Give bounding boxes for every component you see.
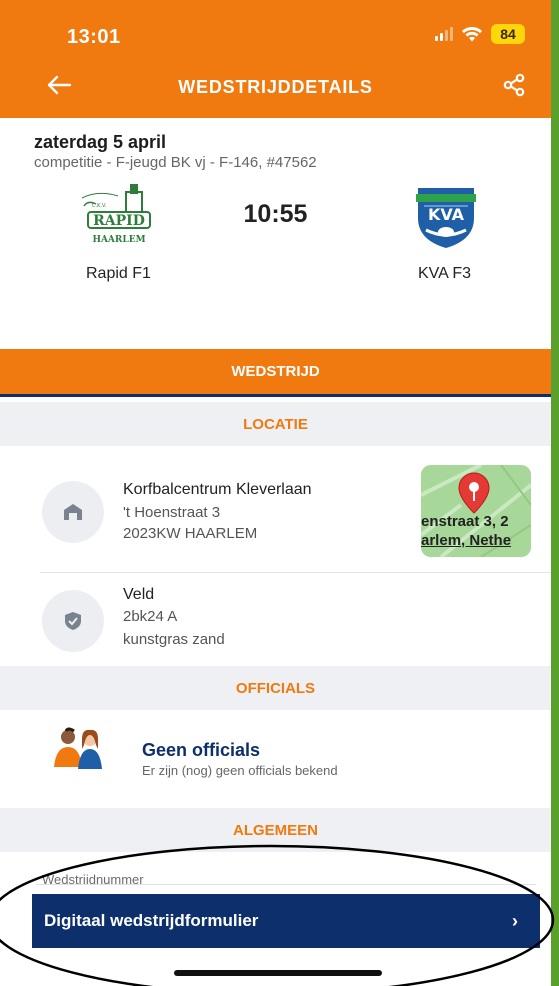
officials-subtitle: Er zijn (nog) geen officials bekend (142, 763, 338, 778)
field-surface: kunstgras zand (123, 631, 225, 648)
app-screen: 13:01 84 WEDSTRIJDDETAILS zaterdag 5 apr… (0, 0, 551, 986)
digital-form-label: Digitaal wedstrijdformulier (44, 911, 259, 930)
section-header-officials: OFFICIALS (0, 666, 551, 710)
kva-logo-text: KVA (428, 205, 465, 224)
officials-people-icon (54, 727, 102, 769)
digital-form-button[interactable]: Digitaal wedstrijdformulier › (32, 894, 540, 948)
section-header-officials-label: OFFICIALS (235, 679, 316, 697)
section-header-locatie: LOCATIE (0, 402, 551, 446)
match-date: zaterdag 5 april (34, 132, 167, 152)
map-address-line1: enstraat 3, 2 (421, 513, 509, 530)
status-time: 13:01 (67, 26, 121, 48)
wifi-icon (462, 27, 482, 42)
tab-wedstrijd[interactable]: WEDSTRIJD (0, 349, 551, 397)
building-icon-wrapper (42, 481, 104, 543)
page-title: WEDSTRIJDDETAILS (178, 77, 373, 97)
field-title: Veld (123, 586, 155, 603)
shield-icon-wrapper (42, 590, 104, 652)
app-header: 13:01 84 WEDSTRIJDDETAILS (0, 0, 551, 118)
section-header-algemeen-label: ALGEMEEN (232, 821, 318, 839)
shield-icon (65, 612, 81, 630)
location-postal-city: 2023KW HAARLEM (123, 525, 258, 542)
green-frame-border (551, 0, 559, 986)
map-address-line2: arlem, Nethe (421, 532, 512, 549)
location-map-thumbnail[interactable]: enstraat 3, 2 arlem, Nethe (421, 465, 531, 557)
haarlem-logo-text: HAARLEM (92, 235, 145, 245)
battery-icon: 84 (491, 24, 525, 44)
chevron-right-icon: › (512, 910, 518, 931)
building-icon (64, 504, 82, 520)
map-pin-icon (458, 472, 490, 514)
field-number: 2bk24 A (123, 608, 178, 625)
kva-logo: KVA (416, 188, 476, 248)
home-indicator[interactable] (174, 970, 382, 976)
divider (36, 884, 536, 885)
row-divider (40, 572, 551, 573)
tab-wedstrijd-label: WEDSTRIJD (231, 363, 320, 380)
section-header-locatie-label: LOCATIE (243, 415, 308, 433)
section-header-algemeen: ALGEMEEN (0, 808, 551, 852)
location-name: Korfbalcentrum Kleverlaan (123, 481, 312, 498)
home-team-name[interactable]: Rapid F1 (86, 265, 151, 283)
officials-title: Geen officials (142, 740, 261, 760)
match-competition: competitie - F-jeugd BK vj - F-146, #475… (34, 154, 317, 171)
cellular-signal-icon (435, 27, 453, 41)
location-street: 't Hoenstraat 3 (123, 504, 221, 521)
share-icon[interactable] (503, 73, 525, 97)
away-team-name[interactable]: KVA F3 (418, 265, 471, 283)
status-icons: 84 (435, 24, 525, 44)
phone-screenshot: 13:01 84 WEDSTRIJDDETAILS zaterdag 5 apr… (0, 0, 559, 986)
